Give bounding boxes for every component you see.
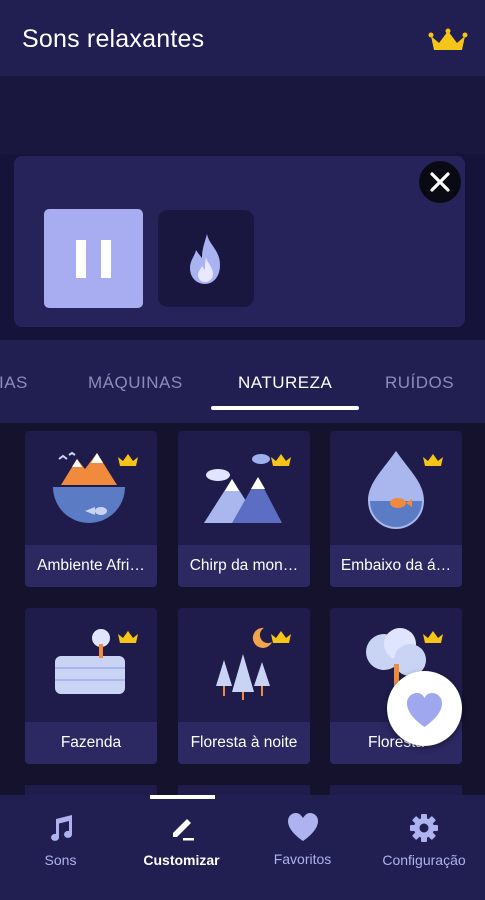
- sound-card-ambiente-africano[interactable]: Ambiente Afri…: [25, 431, 157, 587]
- sound-label: Chirp da mon…: [178, 545, 310, 587]
- gear-icon: [410, 814, 438, 842]
- nav-label: Favoritos: [273, 851, 332, 867]
- sound-card-fazenda[interactable]: Fazenda: [25, 608, 157, 764]
- nav-label: Configuração: [382, 852, 466, 868]
- heart-icon: [407, 693, 442, 727]
- tab-indicator: [211, 406, 359, 410]
- nav-favoritos[interactable]: Favoritos: [242, 795, 363, 900]
- tab-maquinas[interactable]: MÁQUINAS: [88, 373, 183, 393]
- crown-icon: [271, 631, 291, 643]
- edit-icon: [172, 819, 194, 841]
- music-note-icon: [50, 815, 72, 841]
- heart-icon: [287, 813, 318, 841]
- nav-label: Sons: [44, 852, 77, 868]
- fire-icon: [190, 234, 220, 284]
- sound-card-partial: [25, 785, 157, 795]
- sound-card-embaixo-da-agua[interactable]: Embaixo da á…: [330, 431, 462, 587]
- sound-label: Fazenda: [25, 722, 157, 764]
- crown-icon: [423, 631, 443, 643]
- night-forest-icon: [216, 627, 272, 700]
- sound-card-partial: [330, 785, 462, 795]
- savanna-icon: [53, 451, 125, 523]
- active-sound-fire[interactable]: [158, 210, 254, 307]
- water-drop-icon: [368, 451, 424, 529]
- sound-label: Floresta à noite: [178, 722, 310, 764]
- crown-icon: [423, 454, 443, 466]
- sound-card-partial: [178, 785, 310, 795]
- nav-sons[interactable]: Sons: [0, 795, 121, 900]
- favorite-fab-button[interactable]: [387, 671, 462, 746]
- crown-icon: [271, 454, 291, 466]
- page-title: Sons relaxantes: [22, 25, 205, 53]
- pause-icon: [76, 240, 111, 278]
- nav-label: Customizar: [143, 852, 220, 868]
- tab-ruidos[interactable]: RUÍDOS: [385, 373, 454, 393]
- farm-icon: [55, 629, 125, 694]
- crown-icon: [118, 454, 138, 466]
- mountain-icon: [204, 454, 282, 523]
- pause-button[interactable]: [44, 209, 143, 308]
- crown-icon: [118, 631, 138, 643]
- sound-card-chirp-da-montanha[interactable]: Chirp da mon…: [178, 431, 310, 587]
- sound-card-floresta-a-noite[interactable]: Floresta à noite: [178, 608, 310, 764]
- nav-customizar[interactable]: Customizar: [121, 795, 242, 900]
- close-icon: [430, 172, 450, 192]
- tab-category-partial[interactable]: IAS: [0, 373, 36, 393]
- close-button[interactable]: [419, 161, 461, 203]
- nav-configuracao[interactable]: Configuração: [363, 795, 485, 900]
- tab-natureza[interactable]: NATUREZA: [238, 373, 332, 393]
- sound-label: Ambiente Afri…: [25, 545, 157, 587]
- header-spacer: [0, 76, 485, 154]
- crown-icon[interactable]: [428, 28, 468, 57]
- sound-label: Embaixo da á…: [330, 545, 462, 587]
